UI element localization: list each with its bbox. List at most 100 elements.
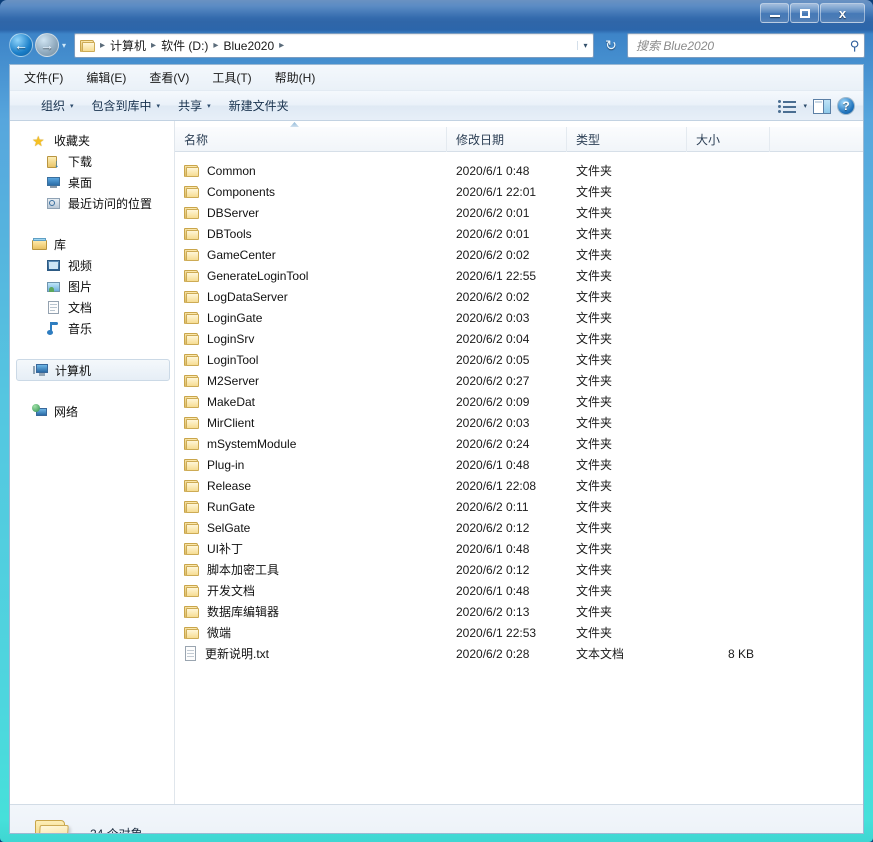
change-view-icon[interactable]: [778, 99, 797, 114]
table-row[interactable]: GenerateLoginTool2020/6/1 22:55文件夹: [175, 265, 863, 286]
sidebar-item-recent-places[interactable]: 最近访问的位置: [10, 193, 174, 214]
folder-icon: [80, 39, 96, 53]
sidebar-item-favorites[interactable]: ★ 收藏夹: [10, 130, 174, 151]
organize-button[interactable]: 组织 ▾: [32, 93, 83, 118]
sidebar-item-libraries[interactable]: 库: [10, 234, 174, 255]
file-type-cell: 文件夹: [567, 435, 687, 452]
help-button[interactable]: ?: [837, 97, 855, 115]
table-row[interactable]: Release2020/6/1 22:08文件夹: [175, 475, 863, 496]
column-header-date-modified[interactable]: 修改日期: [447, 127, 567, 152]
file-type-cell: 文件夹: [567, 309, 687, 326]
table-row[interactable]: LoginGate2020/6/2 0:03文件夹: [175, 307, 863, 328]
file-type-cell: 文本文档: [567, 645, 687, 662]
minimize-button[interactable]: [760, 3, 789, 23]
table-row[interactable]: 开发文档2020/6/1 0:48文件夹: [175, 580, 863, 601]
breadcrumb-item-computer[interactable]: 计算机: [107, 36, 149, 55]
breadcrumb-separator[interactable]: ▸: [211, 40, 220, 51]
table-row[interactable]: Plug-in2020/6/1 0:48文件夹: [175, 454, 863, 475]
file-name-cell: GameCenter: [175, 248, 447, 262]
column-header-type[interactable]: 类型: [567, 127, 687, 152]
table-row[interactable]: DBTools2020/6/2 0:01文件夹: [175, 223, 863, 244]
table-row[interactable]: RunGate2020/6/2 0:11文件夹: [175, 496, 863, 517]
forward-button[interactable]: →: [35, 33, 59, 57]
menu-item-file[interactable]: 文件(F): [21, 67, 66, 88]
history-dropdown-icon[interactable]: ▾: [62, 41, 66, 50]
sidebar-item-pictures[interactable]: 图片: [10, 276, 174, 297]
folder-icon: [184, 437, 200, 451]
file-name-label: GenerateLoginTool: [207, 269, 308, 283]
breadcrumb-item-drive-d[interactable]: 软件 (D:): [158, 36, 211, 55]
view-dropdown-icon[interactable]: ▾: [803, 102, 807, 110]
sidebar-item-documents[interactable]: 文档: [10, 297, 174, 318]
breadcrumb: ▸ 计算机 ▸ 软件 (D:) ▸ Blue2020 ▸: [75, 36, 577, 55]
folder-icon: [184, 311, 200, 325]
breadcrumb-separator[interactable]: ▸: [149, 40, 158, 51]
search-input[interactable]: 搜索 Blue2020 ⚲: [627, 33, 865, 58]
preview-pane-icon[interactable]: [813, 99, 831, 114]
sidebar-item-label: 音乐: [68, 320, 92, 337]
new-folder-button[interactable]: 新建文件夹: [220, 93, 298, 118]
table-row[interactable]: LoginTool2020/6/2 0:05文件夹: [175, 349, 863, 370]
breadcrumb-separator[interactable]: ▸: [277, 40, 286, 51]
maximize-button[interactable]: [790, 3, 819, 23]
table-row[interactable]: M2Server2020/6/2 0:27文件夹: [175, 370, 863, 391]
explorer-client-area: 文件(F) 编辑(E) 查看(V) 工具(T) 帮助(H) 组织 ▾ 包含到库中…: [9, 64, 864, 834]
include-in-library-button[interactable]: 包含到库中 ▾: [83, 93, 170, 118]
table-row[interactable]: 微端2020/6/1 22:53文件夹: [175, 622, 863, 643]
table-row[interactable]: MakeDat2020/6/2 0:09文件夹: [175, 391, 863, 412]
file-name-label: Release: [207, 479, 251, 493]
table-row[interactable]: 数据库编辑器2020/6/2 0:13文件夹: [175, 601, 863, 622]
sidebar-item-videos[interactable]: 视频: [10, 255, 174, 276]
file-name-cell: Plug-in: [175, 458, 447, 472]
menu-bar: 文件(F) 编辑(E) 查看(V) 工具(T) 帮助(H): [10, 65, 863, 91]
table-row[interactable]: UI补丁2020/6/1 0:48文件夹: [175, 538, 863, 559]
column-header-label: 类型: [576, 131, 600, 148]
table-row[interactable]: 脚本加密工具2020/6/2 0:12文件夹: [175, 559, 863, 580]
sidebar-item-desktop[interactable]: 桌面: [10, 172, 174, 193]
address-bar-row: ← → ▾ ▸ 计算机 ▸ 软件 (D:) ▸ Blue2020 ▸: [0, 30, 873, 62]
close-button[interactable]: x: [820, 3, 865, 23]
folder-icon: [184, 185, 200, 199]
table-row[interactable]: DBServer2020/6/2 0:01文件夹: [175, 202, 863, 223]
column-header-size[interactable]: 大小: [687, 127, 770, 152]
folder-icon: [184, 269, 200, 283]
table-row[interactable]: LogDataServer2020/6/2 0:02文件夹: [175, 286, 863, 307]
sidebar-item-network[interactable]: 网络: [10, 401, 174, 422]
text-document-icon: [184, 646, 198, 662]
table-row[interactable]: 更新说明.txt2020/6/2 0:28文本文档8 KB: [175, 643, 863, 664]
breadcrumb-separator[interactable]: ▸: [98, 40, 107, 51]
sidebar-item-label: 视频: [68, 257, 92, 274]
menu-item-view[interactable]: 查看(V): [146, 67, 192, 88]
refresh-button[interactable]: ↻: [600, 35, 622, 56]
nav-group-favorites: ★ 收藏夹 ↓ 下载: [10, 130, 174, 214]
back-arrow-icon: ←: [14, 37, 28, 53]
breadcrumb-item-blue2020[interactable]: Blue2020: [220, 38, 277, 54]
table-row[interactable]: MirClient2020/6/2 0:03文件夹: [175, 412, 863, 433]
back-button[interactable]: ←: [9, 33, 33, 57]
file-name-label: LoginTool: [207, 353, 258, 367]
file-type-cell: 文件夹: [567, 372, 687, 389]
file-date-cell: 2020/6/2 0:12: [447, 521, 567, 535]
folder-icon: [184, 542, 200, 556]
file-name-cell: 数据库编辑器: [175, 603, 447, 620]
share-button[interactable]: 共享 ▾: [169, 93, 220, 118]
address-dropdown-icon[interactable]: ▾: [577, 41, 593, 50]
table-row[interactable]: Components2020/6/1 22:01文件夹: [175, 181, 863, 202]
sidebar-item-computer[interactable]: 计算机: [16, 359, 170, 381]
file-name-cell: SelGate: [175, 521, 447, 535]
table-row[interactable]: SelGate2020/6/2 0:12文件夹: [175, 517, 863, 538]
menu-item-tools[interactable]: 工具(T): [209, 67, 254, 88]
menu-item-edit[interactable]: 编辑(E): [83, 67, 129, 88]
column-header-name[interactable]: 名称: [175, 127, 447, 152]
address-bar[interactable]: ▸ 计算机 ▸ 软件 (D:) ▸ Blue2020 ▸ ▾: [74, 33, 594, 58]
table-row[interactable]: Common2020/6/1 0:48文件夹: [175, 160, 863, 181]
sidebar-item-music[interactable]: 音乐: [10, 318, 174, 339]
menu-item-help[interactable]: 帮助(H): [272, 67, 319, 88]
table-row[interactable]: mSystemModule2020/6/2 0:24文件夹: [175, 433, 863, 454]
file-name-cell: M2Server: [175, 374, 447, 388]
sidebar-item-downloads[interactable]: ↓ 下载: [10, 151, 174, 172]
table-row[interactable]: GameCenter2020/6/2 0:02文件夹: [175, 244, 863, 265]
table-row[interactable]: LoginSrv2020/6/2 0:04文件夹: [175, 328, 863, 349]
file-name-label: RunGate: [207, 500, 255, 514]
file-type-cell: 文件夹: [567, 519, 687, 536]
